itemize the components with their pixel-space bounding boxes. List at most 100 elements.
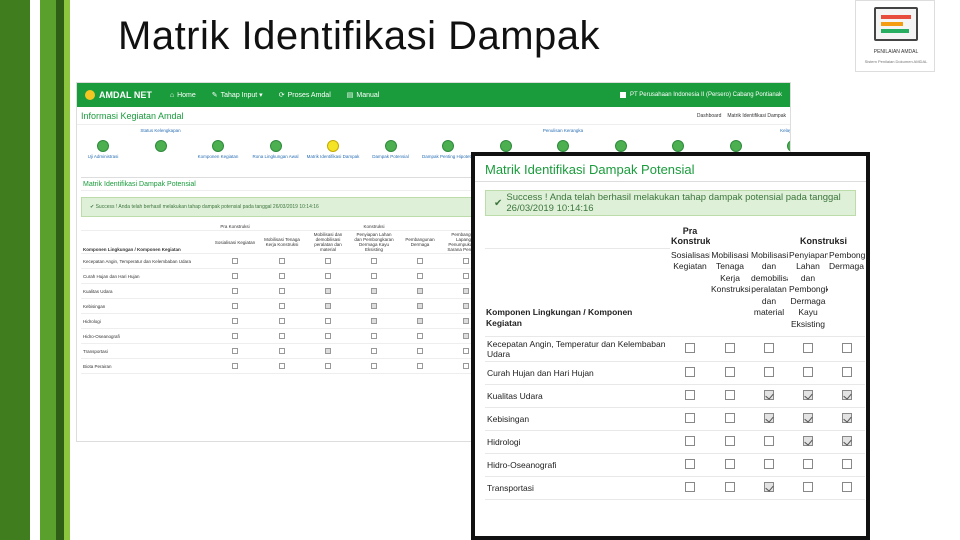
inset-impact-checkbox[interactable] (803, 458, 813, 469)
inset-impact-checkbox[interactable] (841, 342, 852, 353)
step-1[interactable]: Status Kelengkapan (131, 128, 191, 154)
impact-checkbox[interactable] (417, 332, 423, 339)
impact-checkbox[interactable] (371, 317, 377, 324)
step-4[interactable]: Matrik Identifikasi Dampak (303, 128, 363, 159)
inset-impact-checkbox[interactable] (764, 458, 774, 469)
inset-impact-checkbox[interactable] (685, 435, 695, 446)
inset-impact-checkbox[interactable] (841, 366, 852, 377)
inset-impact-checkbox[interactable] (725, 435, 735, 446)
inset-impact-checkbox[interactable] (725, 458, 735, 469)
impact-checkbox[interactable] (417, 257, 423, 264)
inset-impact-checkbox[interactable] (725, 366, 735, 377)
impact-checkbox[interactable] (463, 302, 469, 309)
inset-impact-checkbox[interactable] (764, 435, 774, 446)
nav-item-0[interactable]: ⌂ Home (170, 91, 196, 99)
inset-impact-checkbox[interactable] (725, 481, 735, 492)
impact-checkbox[interactable] (463, 257, 469, 264)
impact-checkbox[interactable] (279, 332, 285, 339)
brand[interactable]: AMDAL NET (85, 90, 152, 100)
inset-impact-checkbox[interactable] (685, 389, 695, 400)
inset-impact-checkbox[interactable] (803, 412, 813, 423)
company-menu[interactable]: PT Perusahaan Indonesia II (Persero) Cab… (620, 92, 782, 98)
inset-impact-checkbox[interactable] (841, 481, 852, 492)
impact-checkbox[interactable] (279, 362, 285, 369)
impact-checkbox[interactable] (417, 317, 423, 324)
step-0[interactable]: Uji Administrasi (77, 128, 133, 159)
inset-impact-checkbox[interactable] (685, 412, 695, 423)
impact-checkbox[interactable] (232, 362, 238, 369)
nav-item-1[interactable]: ✎ Tahap Input ▾ (212, 91, 263, 99)
inset-impact-checkbox[interactable] (803, 481, 813, 492)
step-6[interactable]: Dampak Penting Hipotetik (418, 128, 478, 159)
impact-checkbox[interactable] (463, 362, 469, 369)
inset-impact-checkbox[interactable] (725, 412, 735, 423)
inset-impact-checkbox[interactable] (725, 389, 735, 400)
inset-impact-checkbox[interactable] (764, 481, 774, 492)
inset-impact-checkbox[interactable] (841, 389, 852, 400)
inset-impact-checkbox[interactable] (764, 389, 774, 400)
impact-checkbox[interactable] (232, 272, 238, 279)
impact-checkbox[interactable] (325, 302, 331, 309)
impact-checkbox[interactable] (463, 317, 469, 324)
impact-checkbox[interactable] (232, 332, 238, 339)
inset-column-header: Mobilisasi Tenaga Kerja Konstruksi (710, 248, 750, 337)
inset-impact-checkbox[interactable] (841, 412, 852, 423)
breadcrumb-dashboard[interactable]: Dashboard (697, 113, 721, 119)
impact-checkbox[interactable] (417, 272, 423, 279)
impact-checkbox[interactable] (371, 347, 377, 354)
impact-checkbox[interactable] (417, 347, 423, 354)
impact-checkbox[interactable] (279, 287, 285, 294)
step-12[interactable]: Kelayakan Li (763, 128, 790, 154)
impact-checkbox[interactable] (325, 272, 331, 279)
impact-checkbox[interactable] (463, 347, 469, 354)
inset-impact-checkbox[interactable] (803, 389, 813, 400)
inset-impact-checkbox[interactable] (803, 366, 813, 377)
impact-checkbox[interactable] (279, 272, 285, 279)
inset-impact-checkbox[interactable] (803, 342, 813, 353)
inset-impact-checkbox[interactable] (685, 366, 695, 377)
impact-checkbox[interactable] (232, 302, 238, 309)
nav-item-2[interactable]: ⟳ Proses Amdal (279, 91, 331, 100)
impact-checkbox[interactable] (325, 287, 331, 294)
impact-checkbox[interactable] (371, 302, 377, 309)
impact-checkbox[interactable] (325, 362, 331, 369)
inset-impact-checkbox[interactable] (841, 458, 852, 469)
impact-checkbox[interactable] (325, 317, 331, 324)
impact-checkbox[interactable] (417, 362, 423, 369)
inset-impact-checkbox[interactable] (685, 458, 695, 469)
impact-checkbox[interactable] (325, 257, 331, 264)
step-8[interactable]: Penulisan Kerangka (533, 128, 593, 154)
impact-checkbox[interactable] (371, 272, 377, 279)
inset-impact-checkbox[interactable] (685, 342, 695, 353)
impact-checkbox[interactable] (232, 257, 238, 264)
impact-checkbox[interactable] (417, 302, 423, 309)
inset-impact-checkbox[interactable] (803, 435, 813, 446)
impact-checkbox[interactable] (232, 347, 238, 354)
impact-checkbox[interactable] (463, 332, 469, 339)
impact-checkbox[interactable] (371, 362, 377, 369)
impact-checkbox[interactable] (463, 272, 469, 279)
impact-checkbox[interactable] (325, 332, 331, 339)
inset-impact-checkbox[interactable] (764, 342, 774, 353)
inset-impact-checkbox[interactable] (764, 412, 774, 423)
impact-checkbox[interactable] (279, 302, 285, 309)
inset-impact-checkbox[interactable] (725, 342, 735, 353)
impact-checkbox[interactable] (232, 287, 238, 294)
nav-item-3[interactable]: ▤ Manual (347, 91, 380, 100)
impact-checkbox[interactable] (371, 287, 377, 294)
impact-checkbox[interactable] (325, 347, 331, 354)
impact-checkbox[interactable] (279, 347, 285, 354)
step-3[interactable]: Rona Lingkungan Awal (246, 128, 306, 159)
impact-checkbox[interactable] (279, 317, 285, 324)
impact-checkbox[interactable] (463, 287, 469, 294)
inset-impact-checkbox[interactable] (685, 481, 695, 492)
impact-checkbox[interactable] (232, 317, 238, 324)
inset-impact-checkbox[interactable] (764, 366, 774, 377)
impact-checkbox[interactable] (371, 332, 377, 339)
inset-impact-checkbox[interactable] (841, 435, 852, 446)
impact-checkbox[interactable] (417, 287, 423, 294)
step-5[interactable]: Dampak Potensial (361, 128, 421, 159)
impact-checkbox[interactable] (279, 257, 285, 264)
impact-checkbox[interactable] (371, 257, 377, 264)
step-2[interactable]: Komponen Kegiatan (188, 128, 248, 159)
